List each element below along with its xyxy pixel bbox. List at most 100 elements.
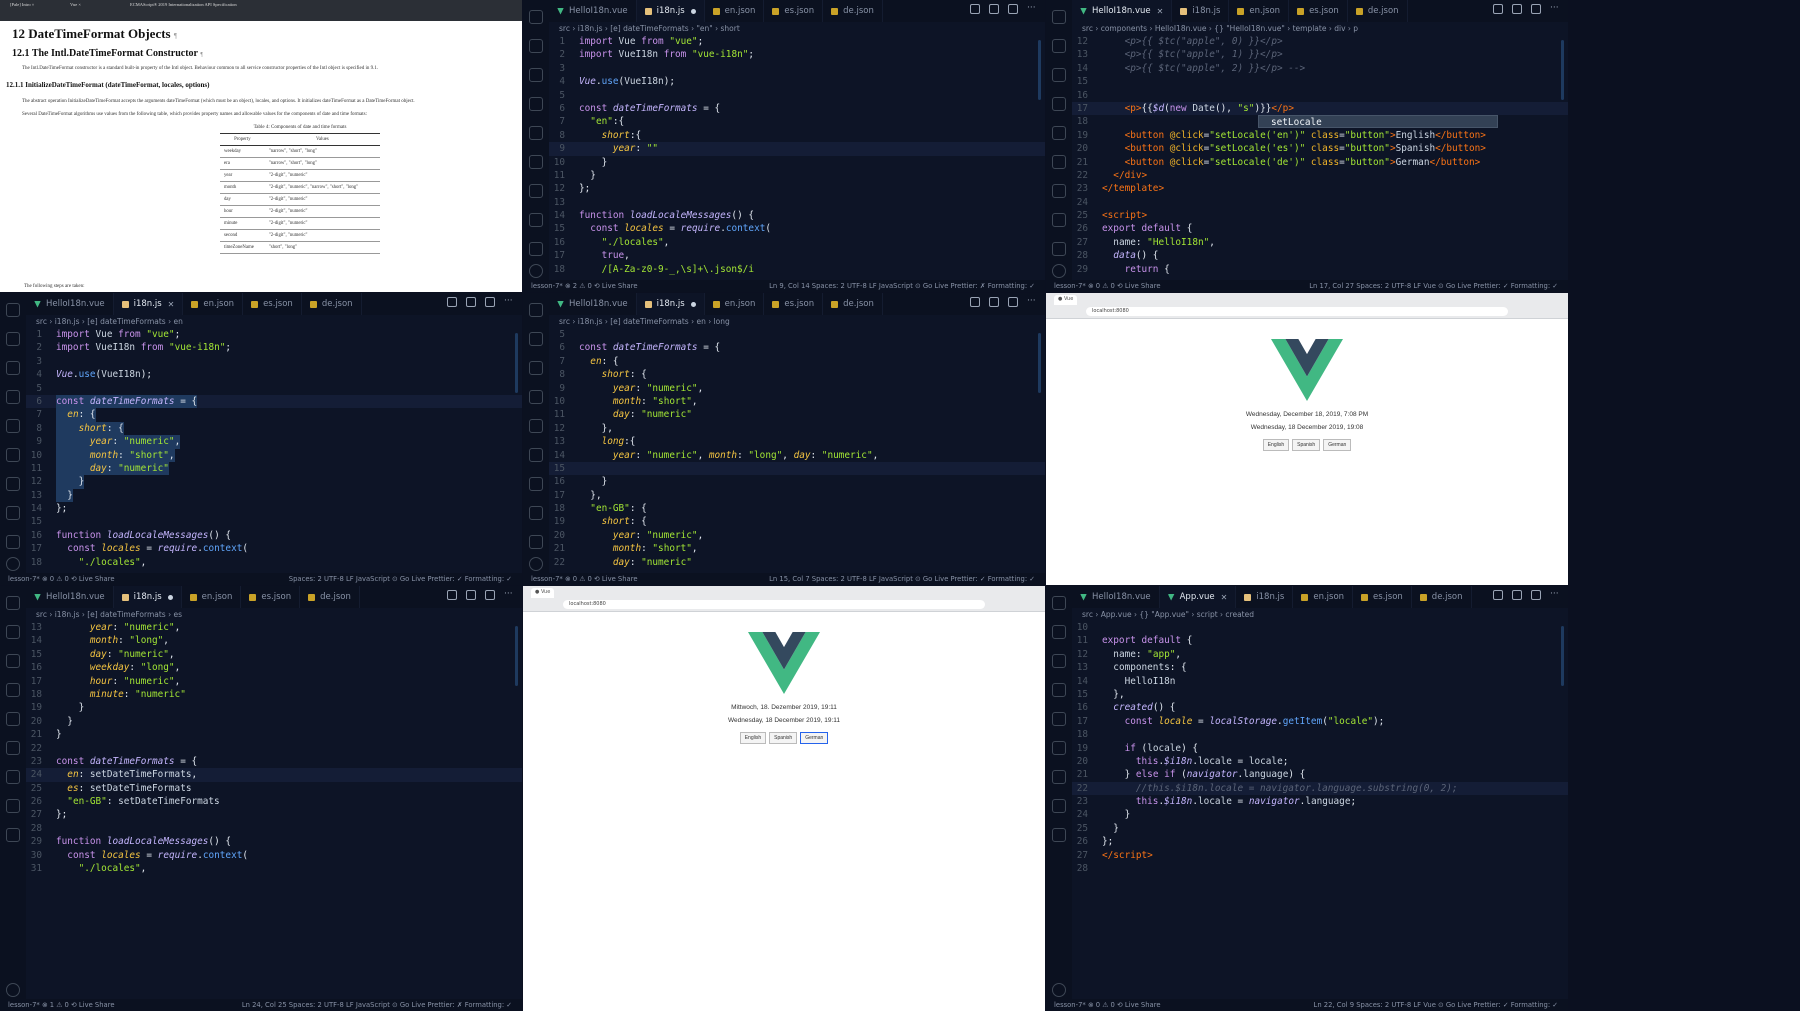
bookmark-icon[interactable] <box>529 155 543 169</box>
compare-icon[interactable] <box>447 297 457 307</box>
german-button[interactable]: German <box>1323 439 1352 451</box>
live-share-icon[interactable] <box>529 506 543 520</box>
open-changes-icon[interactable] <box>466 297 476 307</box>
debug-icon[interactable] <box>529 97 543 111</box>
code-editor[interactable]: 5 6 const dateTimeFormats = {7 en: {8 shor… <box>549 328 1045 573</box>
extensions-icon[interactable] <box>529 419 543 433</box>
code-editor[interactable]: 10 11 export default {12 name: "app", 13 co… <box>1072 621 1568 999</box>
open-changes-icon[interactable] <box>466 590 476 600</box>
doc-tab[interactable]: Vue × <box>70 2 81 10</box>
tab-es-json[interactable]: es.json <box>241 586 301 608</box>
more-icon[interactable]: ··· <box>504 590 514 600</box>
debug-icon[interactable] <box>1052 97 1066 111</box>
tab-en-json[interactable]: en.json <box>1229 0 1290 22</box>
tab-i18n-js[interactable]: i18n.js <box>1236 586 1294 608</box>
live-share-icon[interactable] <box>6 506 20 520</box>
compare-icon[interactable] <box>970 4 980 14</box>
remote-icon[interactable] <box>529 477 543 491</box>
live-share-icon[interactable] <box>1052 213 1066 227</box>
live-share-icon[interactable] <box>6 799 20 813</box>
url-bar[interactable]: localhost:8080 <box>563 600 985 609</box>
files-icon[interactable] <box>529 303 543 317</box>
breadcrumb[interactable]: src › components › HelloI18n.vue › {} "H… <box>1072 22 1568 35</box>
scrollbar[interactable] <box>515 333 518 393</box>
gear-icon[interactable] <box>6 557 20 571</box>
scrollbar[interactable] <box>1561 626 1564 686</box>
split-editor-icon[interactable] <box>1008 4 1018 14</box>
tab-es-json[interactable]: es.json <box>764 293 824 315</box>
doc-tab[interactable]: [Pale] Intro × <box>10 2 34 10</box>
unsaved-dot-icon[interactable] <box>167 594 173 600</box>
english-button[interactable]: English <box>739 732 767 744</box>
tab-es-json[interactable]: es.json <box>1353 586 1412 608</box>
gear-icon[interactable] <box>529 557 543 571</box>
status-left[interactable]: lesson-7* ⊗ 0 ⚠ 0 ⟲ Live Share <box>1054 999 1161 1011</box>
status-left[interactable]: lesson-7* ⊗ 1 ⚠ 0 ⟲ Live Share <box>8 999 115 1011</box>
tab-helloi18n-vue[interactable]: HelloI18n.vue <box>549 0 637 22</box>
docker-icon[interactable] <box>529 242 543 256</box>
bookmark-icon[interactable] <box>1052 741 1066 755</box>
status-right[interactable]: Ln 24, Col 25 Spaces: 2 UTF-8 LF JavaScr… <box>242 999 522 1011</box>
more-icon[interactable]: ··· <box>1027 297 1037 307</box>
bookmark-icon[interactable] <box>529 448 543 462</box>
tab-en-json[interactable]: en.json <box>182 586 242 608</box>
gear-icon[interactable] <box>1052 983 1066 997</box>
files-icon[interactable] <box>6 303 20 317</box>
gear-icon[interactable] <box>6 983 20 997</box>
docker-icon[interactable] <box>529 535 543 549</box>
close-icon[interactable]: ✕ <box>1221 593 1228 602</box>
compare-icon[interactable] <box>447 590 457 600</box>
status-left[interactable]: lesson-7* ⊗ 0 ⚠ 0 ⟲ Live Share <box>8 573 115 585</box>
status-right[interactable]: Ln 22, Col 9 Spaces: 2 UTF-8 LF Vue ⊙ Go… <box>1314 999 1568 1011</box>
files-icon[interactable] <box>1052 10 1066 24</box>
german-button[interactable]: German <box>800 732 829 744</box>
tab-de-json[interactable]: de.json <box>302 293 362 315</box>
browser-tab[interactable]: ● Vue <box>1054 295 1078 305</box>
status-right[interactable]: Ln 9, Col 14 Spaces: 2 UTF-8 LF JavaScri… <box>769 280 1045 292</box>
docker-icon[interactable] <box>1052 828 1066 842</box>
unsaved-dot-icon[interactable] <box>690 8 696 14</box>
docker-icon[interactable] <box>6 828 20 842</box>
status-right[interactable]: Ln 17, Col 27 Spaces: 2 UTF-8 LF Vue ⊙ G… <box>1309 280 1568 292</box>
status-right[interactable]: Spaces: 2 UTF-8 LF JavaScript ⊙ Go Live … <box>289 573 522 585</box>
tab-app-vue[interactable]: App.vue ✕ <box>1159 586 1237 608</box>
tab-helloi18n-vue[interactable]: HelloI18n.vue <box>26 293 114 315</box>
debug-icon[interactable] <box>6 390 20 404</box>
files-icon[interactable] <box>529 10 543 24</box>
split-editor-icon[interactable] <box>1531 4 1541 14</box>
gear-icon[interactable] <box>1052 264 1066 278</box>
gear-icon[interactable] <box>529 264 543 278</box>
doc-tab[interactable]: ECMAScript® 2019 Internationalization AP… <box>130 2 237 10</box>
split-editor-icon[interactable] <box>1008 297 1018 307</box>
tab-i18n-js[interactable]: i18n.js <box>636 0 705 22</box>
bookmark-icon[interactable] <box>1052 155 1066 169</box>
tab-i18n-js[interactable]: i18n.js ✕ <box>113 293 184 315</box>
search-icon[interactable] <box>1052 39 1066 53</box>
more-icon[interactable]: ··· <box>504 297 514 307</box>
code-editor[interactable]: 1 import Vue from "vue"; 2 import VueI18n f… <box>26 328 522 573</box>
url-bar[interactable]: localhost:8080 <box>1086 307 1508 316</box>
source-control-icon[interactable] <box>1052 654 1066 668</box>
source-control-icon[interactable] <box>529 68 543 82</box>
tab-es-json[interactable]: es.json <box>243 293 302 315</box>
status-left[interactable]: lesson-7* ⊗ 0 ⚠ 0 ⟲ Live Share <box>531 573 638 585</box>
close-icon[interactable]: ✕ <box>1157 7 1164 16</box>
compare-icon[interactable] <box>1493 590 1503 600</box>
english-button[interactable]: English <box>1262 439 1290 451</box>
remote-icon[interactable] <box>6 770 20 784</box>
tab-de-json[interactable]: de.json <box>1348 0 1408 22</box>
remote-icon[interactable] <box>6 477 20 491</box>
breadcrumb[interactable]: src › i18n.js › [e] dateTimeFormats › en… <box>549 315 1045 328</box>
split-editor-icon[interactable] <box>485 590 495 600</box>
tab-de-json[interactable]: de.json <box>300 586 360 608</box>
debug-icon[interactable] <box>529 390 543 404</box>
open-changes-icon[interactable] <box>1512 4 1522 14</box>
tab-en-json[interactable]: en.json <box>705 293 765 315</box>
source-control-icon[interactable] <box>529 361 543 375</box>
extensions-icon[interactable] <box>1052 126 1066 140</box>
tab-helloi18n-vue[interactable]: HelloI18n.vue <box>26 586 114 608</box>
breadcrumb[interactable]: src › i18n.js › [e] dateTimeFormats › "e… <box>549 22 1045 35</box>
close-icon[interactable]: ✕ <box>168 300 175 309</box>
spanish-button[interactable]: Spanish <box>769 732 798 744</box>
split-editor-icon[interactable] <box>485 297 495 307</box>
